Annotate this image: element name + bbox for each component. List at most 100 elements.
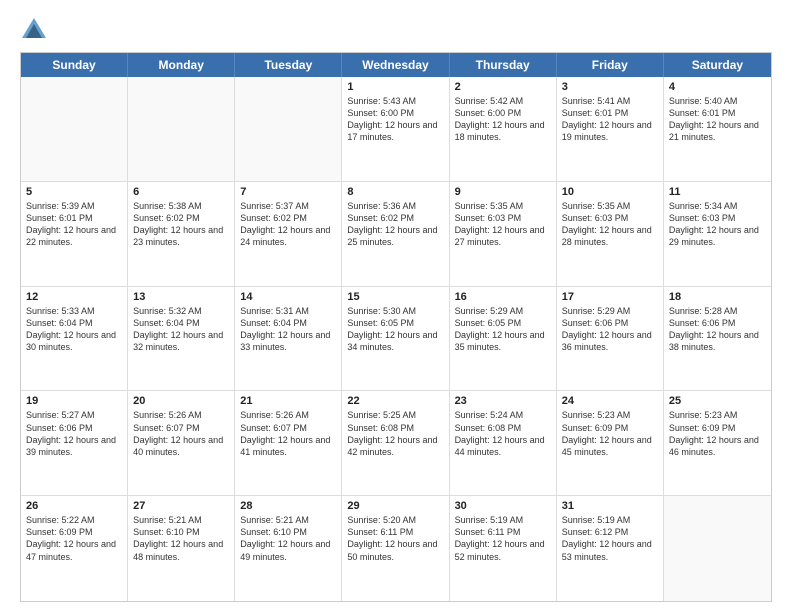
calendar-row-1: 1Sunrise: 5:43 AMSunset: 6:00 PMDaylight…	[21, 77, 771, 182]
cell-info: Sunrise: 5:23 AM	[562, 409, 658, 421]
cell-info: Sunset: 6:01 PM	[26, 212, 122, 224]
day-number: 14	[240, 291, 336, 303]
day-number: 17	[562, 291, 658, 303]
cell-info: Sunset: 6:00 PM	[455, 107, 551, 119]
calendar-header: SundayMondayTuesdayWednesdayThursdayFrid…	[21, 53, 771, 77]
day-20: 20Sunrise: 5:26 AMSunset: 6:07 PMDayligh…	[128, 391, 235, 495]
cell-info: Daylight: 12 hours and 23 minutes.	[133, 224, 229, 248]
day-number: 11	[669, 186, 766, 198]
cell-info: Daylight: 12 hours and 40 minutes.	[133, 434, 229, 458]
day-number: 27	[133, 500, 229, 512]
day-header-tuesday: Tuesday	[235, 53, 342, 77]
cell-info: Daylight: 12 hours and 22 minutes.	[26, 224, 122, 248]
cell-info: Sunrise: 5:27 AM	[26, 409, 122, 421]
cell-info: Sunrise: 5:35 AM	[455, 200, 551, 212]
day-19: 19Sunrise: 5:27 AMSunset: 6:06 PMDayligh…	[21, 391, 128, 495]
cell-info: Sunrise: 5:42 AM	[455, 95, 551, 107]
cell-info: Daylight: 12 hours and 41 minutes.	[240, 434, 336, 458]
cell-info: Sunset: 6:08 PM	[455, 422, 551, 434]
cell-info: Daylight: 12 hours and 36 minutes.	[562, 329, 658, 353]
cell-info: Sunset: 6:12 PM	[562, 526, 658, 538]
cell-info: Sunrise: 5:29 AM	[562, 305, 658, 317]
day-number: 1	[347, 81, 443, 93]
empty-cell	[128, 77, 235, 181]
cell-info: Sunrise: 5:22 AM	[26, 514, 122, 526]
cell-info: Sunset: 6:02 PM	[240, 212, 336, 224]
cell-info: Sunrise: 5:26 AM	[133, 409, 229, 421]
calendar-row-4: 19Sunrise: 5:27 AMSunset: 6:06 PMDayligh…	[21, 391, 771, 496]
day-number: 2	[455, 81, 551, 93]
day-number: 3	[562, 81, 658, 93]
cell-info: Daylight: 12 hours and 27 minutes.	[455, 224, 551, 248]
cell-info: Daylight: 12 hours and 38 minutes.	[669, 329, 766, 353]
cell-info: Sunset: 6:03 PM	[455, 212, 551, 224]
day-29: 29Sunrise: 5:20 AMSunset: 6:11 PMDayligh…	[342, 496, 449, 601]
calendar-row-2: 5Sunrise: 5:39 AMSunset: 6:01 PMDaylight…	[21, 182, 771, 287]
day-2: 2 Sunrise: 5:42 AMSunset: 6:00 PMDaylight…	[450, 77, 557, 181]
day-3: 3Sunrise: 5:41 AMSunset: 6:01 PMDaylight…	[557, 77, 664, 181]
day-22: 22Sunrise: 5:25 AMSunset: 6:08 PMDayligh…	[342, 391, 449, 495]
header	[20, 16, 772, 44]
day-4: 4Sunrise: 5:40 AMSunset: 6:01 PMDaylight…	[664, 77, 771, 181]
cell-info: Daylight: 12 hours and 49 minutes.	[240, 538, 336, 562]
day-number: 20	[133, 395, 229, 407]
cell-info: Sunrise: 5:33 AM	[26, 305, 122, 317]
cell-info: Daylight: 12 hours and 28 minutes.	[562, 224, 658, 248]
calendar: SundayMondayTuesdayWednesdayThursdayFrid…	[20, 52, 772, 602]
cell-info: Sunset: 6:08 PM	[347, 422, 443, 434]
cell-info: Sunset: 6:03 PM	[669, 212, 766, 224]
cell-info: Sunset: 6:09 PM	[562, 422, 658, 434]
day-11: 11Sunrise: 5:34 AMSunset: 6:03 PMDayligh…	[664, 182, 771, 286]
empty-cell	[235, 77, 342, 181]
cell-info: Sunrise: 5:43 AM	[347, 95, 443, 107]
day-number: 4	[669, 81, 766, 93]
day-number: 15	[347, 291, 443, 303]
cell-info: Daylight: 12 hours and 32 minutes.	[133, 329, 229, 353]
empty-cell	[21, 77, 128, 181]
day-number: 5	[26, 186, 122, 198]
cell-info: Daylight: 12 hours and 52 minutes.	[455, 538, 551, 562]
day-header-saturday: Saturday	[664, 53, 771, 77]
cell-info: Sunrise: 5:37 AM	[240, 200, 336, 212]
cell-info: Sunrise: 5:20 AM	[347, 514, 443, 526]
cell-info: Sunrise: 5:19 AM	[455, 514, 551, 526]
cell-info: Sunrise: 5:34 AM	[669, 200, 766, 212]
cell-info: Sunset: 6:06 PM	[669, 317, 766, 329]
cell-info: Daylight: 12 hours and 46 minutes.	[669, 434, 766, 458]
cell-info: Sunset: 6:11 PM	[455, 526, 551, 538]
day-17: 17Sunrise: 5:29 AMSunset: 6:06 PMDayligh…	[557, 287, 664, 391]
page: SundayMondayTuesdayWednesdayThursdayFrid…	[0, 0, 792, 612]
cell-info: Sunset: 6:04 PM	[240, 317, 336, 329]
cell-info: Daylight: 12 hours and 47 minutes.	[26, 538, 122, 562]
day-18: 18Sunrise: 5:28 AMSunset: 6:06 PMDayligh…	[664, 287, 771, 391]
cell-info: Daylight: 12 hours and 48 minutes.	[133, 538, 229, 562]
day-header-wednesday: Wednesday	[342, 53, 449, 77]
cell-info: Sunrise: 5:40 AM	[669, 95, 766, 107]
day-number: 8	[347, 186, 443, 198]
day-31: 31Sunrise: 5:19 AMSunset: 6:12 PMDayligh…	[557, 496, 664, 601]
day-number: 30	[455, 500, 551, 512]
calendar-row-5: 26Sunrise: 5:22 AMSunset: 6:09 PMDayligh…	[21, 496, 771, 601]
day-13: 13Sunrise: 5:32 AMSunset: 6:04 PMDayligh…	[128, 287, 235, 391]
day-number: 23	[455, 395, 551, 407]
cell-info: Sunrise: 5:35 AM	[562, 200, 658, 212]
calendar-body: 1Sunrise: 5:43 AMSunset: 6:00 PMDaylight…	[21, 77, 771, 601]
day-number: 6	[133, 186, 229, 198]
day-21: 21Sunrise: 5:26 AMSunset: 6:07 PMDayligh…	[235, 391, 342, 495]
day-number: 21	[240, 395, 336, 407]
cell-info: Sunset: 6:05 PM	[455, 317, 551, 329]
day-number: 7	[240, 186, 336, 198]
calendar-row-3: 12 Sunrise: 5:33 AM Sunset: 6:04 PM Dayligh…	[21, 287, 771, 392]
day-16: 16Sunrise: 5:29 AMSunset: 6:05 PMDayligh…	[450, 287, 557, 391]
cell-info: Daylight: 12 hours and 18 minutes.	[455, 119, 551, 143]
day-30: 30 Sunrise: 5:19 AMSunset: 6:11 PMDayligh…	[450, 496, 557, 601]
cell-info: Daylight: 12 hours and 42 minutes.	[347, 434, 443, 458]
cell-info: Sunrise: 5:25 AM	[347, 409, 443, 421]
cell-info: Sunset: 6:01 PM	[562, 107, 658, 119]
day-number: 12	[26, 291, 122, 303]
cell-info: Sunrise: 5:21 AM	[133, 514, 229, 526]
cell-info: Daylight: 12 hours and 17 minutes.	[347, 119, 443, 143]
day-7: 7Sunrise: 5:37 AMSunset: 6:02 PMDaylight…	[235, 182, 342, 286]
day-6: 6Sunrise: 5:38 AMSunset: 6:02 PMDaylight…	[128, 182, 235, 286]
day-number: 25	[669, 395, 766, 407]
